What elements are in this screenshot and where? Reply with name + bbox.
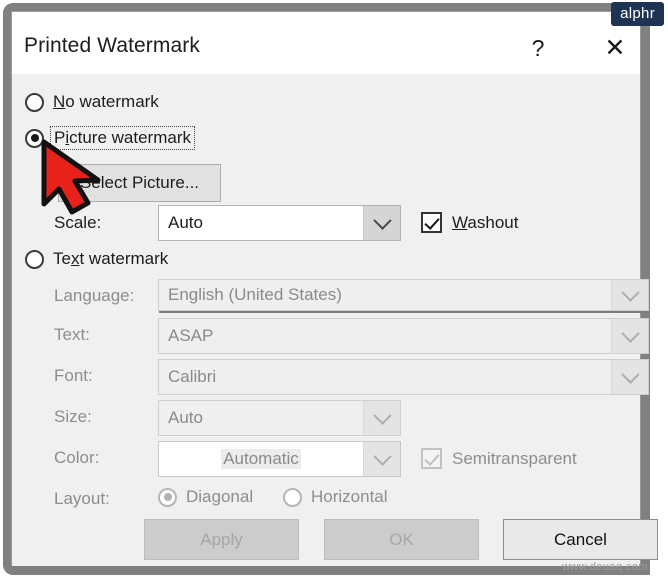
washout-checkbox-indicator bbox=[421, 212, 442, 233]
radio-layout-diagonal: Diagonal bbox=[158, 487, 253, 507]
scale-label: Scale: bbox=[54, 213, 102, 232]
radio-picture-watermark[interactable]: Picture watermark bbox=[25, 126, 195, 150]
size-label: Size: bbox=[54, 407, 92, 426]
alphr-badge: alphr bbox=[611, 2, 664, 26]
dialog-title: Printed Watermark bbox=[24, 34, 200, 57]
cancel-button[interactable]: Cancel bbox=[503, 519, 658, 560]
chevron-down-icon bbox=[363, 442, 400, 476]
text-label: Text: bbox=[54, 325, 90, 344]
close-icon[interactable]: ✕ bbox=[595, 32, 635, 64]
radio-no-watermark[interactable]: No watermark bbox=[25, 92, 159, 112]
dialog-body: No watermark Picture watermark Select Pi… bbox=[12, 74, 658, 566]
language-combobox: English (United States) bbox=[158, 279, 649, 313]
color-value-wrap: Automatic bbox=[159, 442, 363, 476]
printed-watermark-dialog: Printed Watermark ? ✕ No watermark Pictu… bbox=[11, 11, 658, 566]
footer-watermark: www.deuaq.com bbox=[562, 561, 648, 573]
semitransparent-checkbox-indicator bbox=[421, 448, 442, 469]
text-value: ASAP bbox=[168, 326, 214, 345]
chevron-down-icon bbox=[363, 401, 400, 435]
color-value: Automatic bbox=[221, 449, 301, 469]
focus-rectangle: Picture watermark bbox=[50, 126, 195, 150]
radio-no-watermark-label: No watermark bbox=[53, 92, 159, 111]
chevron-down-icon bbox=[611, 360, 648, 394]
size-value: Auto bbox=[168, 408, 203, 427]
layout-label: Layout: bbox=[54, 489, 110, 508]
chevron-down-icon bbox=[611, 280, 648, 310]
washout-label: Washout bbox=[452, 212, 519, 232]
radio-no-watermark-indicator bbox=[25, 92, 44, 112]
font-value: Calibri bbox=[168, 367, 217, 386]
semitransparent-checkbox: Semitransparent bbox=[421, 448, 577, 469]
text-combobox: ASAP bbox=[158, 318, 649, 354]
radio-picture-watermark-label: Picture watermark bbox=[54, 128, 191, 147]
font-combobox: Calibri bbox=[158, 359, 649, 395]
help-icon[interactable]: ? bbox=[518, 32, 558, 64]
radio-text-watermark-indicator bbox=[25, 249, 44, 269]
radio-layout-horizontal-label: Horizontal bbox=[311, 487, 388, 506]
radio-layout-diagonal-label: Diagonal bbox=[186, 487, 254, 506]
chevron-down-icon[interactable] bbox=[363, 206, 400, 240]
frame-right-fill bbox=[650, 3, 668, 575]
radio-layout-horizontal: Horizontal bbox=[283, 487, 388, 507]
radio-text-watermark[interactable]: Text watermark bbox=[25, 249, 168, 269]
select-picture-button[interactable]: Select Picture... bbox=[58, 164, 221, 202]
washout-checkbox[interactable]: Washout bbox=[421, 212, 518, 233]
scale-combobox[interactable]: Auto bbox=[158, 205, 401, 241]
radio-picture-watermark-indicator bbox=[25, 128, 44, 148]
radio-layout-diagonal-indicator bbox=[158, 487, 177, 507]
language-label: Language: bbox=[54, 286, 135, 305]
color-combobox: Automatic bbox=[158, 441, 401, 477]
chevron-down-icon bbox=[611, 319, 648, 353]
radio-text-watermark-label: Text watermark bbox=[53, 249, 169, 268]
language-value: English (United States) bbox=[168, 285, 342, 304]
screenshot-root: Printed Watermark ? ✕ No watermark Pictu… bbox=[0, 0, 668, 579]
size-combobox: Auto bbox=[158, 400, 401, 436]
apply-button: Apply bbox=[144, 519, 299, 560]
scale-value: Auto bbox=[168, 213, 203, 232]
radio-layout-horizontal-indicator bbox=[283, 487, 302, 507]
title-bar: Printed Watermark ? ✕ bbox=[12, 12, 640, 74]
ok-button: OK bbox=[324, 519, 479, 560]
semitransparent-label: Semitransparent bbox=[452, 448, 577, 468]
font-label: Font: bbox=[54, 366, 93, 385]
color-label: Color: bbox=[54, 448, 100, 467]
